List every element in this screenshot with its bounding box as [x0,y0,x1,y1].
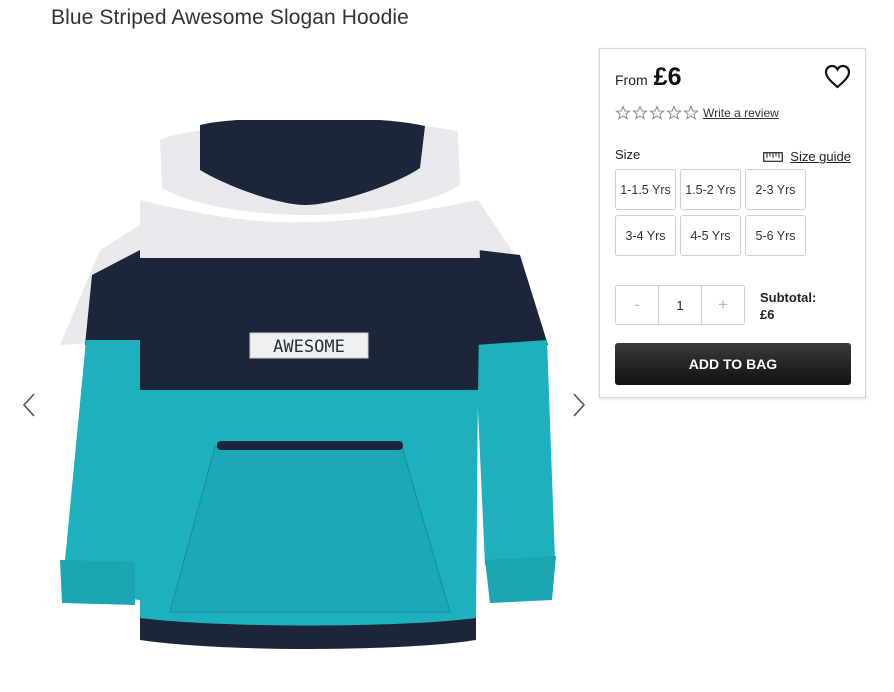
subtotal: Subtotal: £6 [760,289,816,323]
subtotal-label: Subtotal: [760,290,817,305]
size-label: Size [615,147,641,162]
size-option[interactable]: 5-6 Yrs [745,215,806,256]
quantity-stepper: - 1 + [615,285,745,325]
quantity-increase-button[interactable]: + [702,286,744,324]
size-guide-label: Size guide [790,149,851,164]
star-outline-icon [666,105,682,120]
product-image: AWESOME [60,120,556,649]
size-option[interactable]: 1.5-2 Yrs [680,169,741,210]
product-title: Blue Striped Awesome Slogan Hoodie [51,6,409,29]
write-review-link[interactable]: Write a review [703,106,779,120]
rating-row: Write a review [615,105,779,121]
chevron-left-icon[interactable] [19,390,41,420]
heart-icon[interactable] [824,64,851,90]
star-outline-icon [632,105,648,120]
from-label: From [615,72,648,88]
size-option[interactable]: 2-3 Yrs [745,169,806,210]
add-to-bag-button[interactable]: ADD TO BAG [615,343,851,385]
star-rating[interactable] [615,105,699,121]
size-guide-link[interactable]: Size guide [763,149,851,164]
price-row: From £6 [615,63,681,92]
size-option[interactable]: 3-4 Yrs [615,215,676,256]
price: £6 [653,63,682,91]
star-outline-icon [683,105,699,120]
quantity-decrease-button[interactable]: - [616,286,658,324]
kangaroo-pocket [169,446,451,613]
quantity-value[interactable]: 1 [658,286,702,324]
size-options: 1-1.5 Yrs 1.5-2 Yrs 2-3 Yrs 3-4 Yrs 4-5 … [615,169,806,256]
star-outline-icon [615,105,631,120]
star-outline-icon [649,105,665,120]
size-option[interactable]: 4-5 Yrs [680,215,741,256]
size-option[interactable]: 1-1.5 Yrs [615,169,676,210]
slogan-text: AWESOME [273,337,345,357]
purchase-panel: From £6 Write a review Size Size guide 1 [599,48,866,398]
ruler-icon [763,151,784,162]
chevron-right-icon[interactable] [567,390,589,420]
subtotal-value: £6 [760,307,775,322]
